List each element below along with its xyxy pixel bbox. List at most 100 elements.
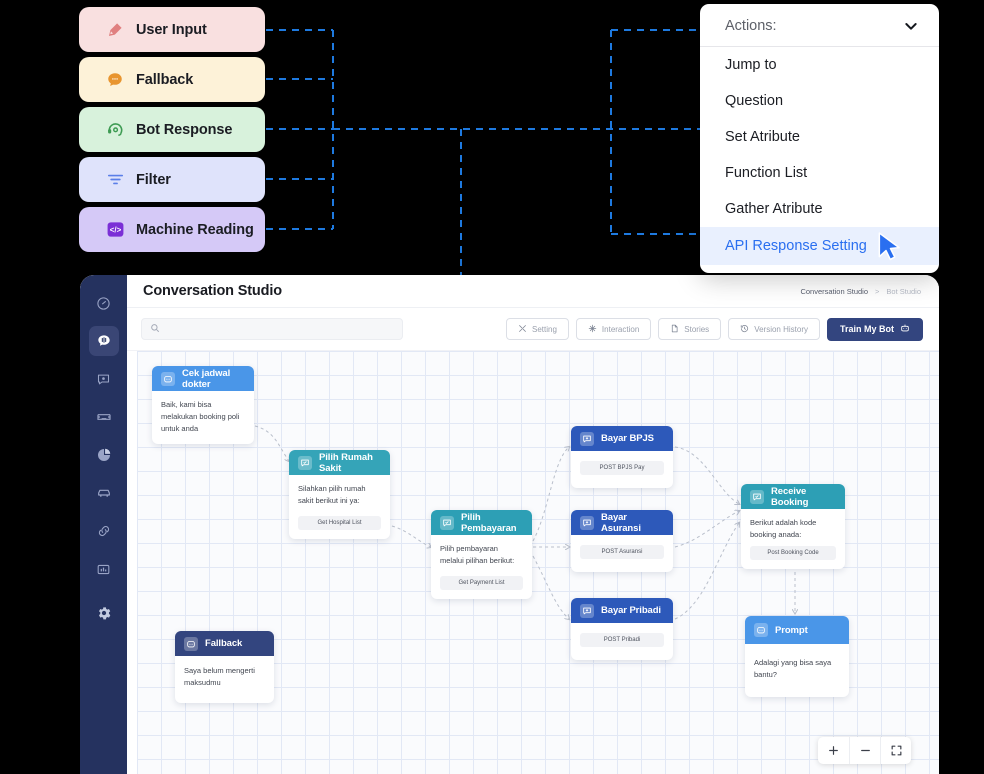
node-body: Pilih pembayaran melalui pilihan berikut…	[431, 535, 532, 599]
node-title: Fallback	[205, 638, 243, 649]
pie-chart-icon[interactable]	[89, 440, 119, 470]
pencil-icon	[105, 20, 125, 40]
action-item-api-response-setting[interactable]: API Response Setting	[700, 227, 939, 265]
train-my-bot-button[interactable]: Train My Bot	[826, 317, 923, 341]
flow-node-pilih-rumah-sakit[interactable]: Pilih Rumah Sakit Silahkan pilih rumah s…	[289, 450, 390, 539]
chevron-down-icon[interactable]	[903, 18, 919, 34]
node-body: POST Pribadi	[571, 623, 673, 660]
breadcrumb-parent[interactable]: Conversation Studio	[800, 287, 868, 296]
spark-icon	[588, 324, 597, 335]
setting-button[interactable]: Setting	[506, 318, 569, 340]
fullscreen-icon[interactable]	[880, 737, 911, 764]
node-header: Prompt	[745, 616, 849, 644]
version-history-button[interactable]: Version History	[728, 318, 820, 340]
zoom-controls	[818, 737, 911, 764]
action-item-jump-to[interactable]: Jump to	[700, 47, 939, 83]
node-body-text: Baik, kami bisa melakukan booking poli u…	[161, 400, 240, 433]
dashboard-icon[interactable]	[89, 288, 119, 318]
check-bubble-icon	[440, 515, 454, 530]
code-brackets-icon: </>	[105, 220, 125, 240]
interaction-button[interactable]: Interaction	[575, 318, 652, 340]
node-title: Prompt	[775, 624, 808, 636]
legend-item-user-input[interactable]: User Input	[79, 7, 265, 52]
flow-node-bayar-pribadi[interactable]: Bayar Pribadi POST Pribadi	[571, 598, 673, 660]
node-action-chip[interactable]: Get Payment List	[440, 576, 523, 590]
node-header: Bayar BPJS	[571, 426, 673, 451]
action-item-function-list[interactable]: Function List	[700, 155, 939, 191]
flow-node-bayar-asuransi[interactable]: Bayar Asuransi POST Asuransi	[571, 510, 673, 572]
node-title: Pilih Rumah Sakit	[319, 451, 373, 474]
gear-icon[interactable]	[89, 598, 119, 628]
node-header: Pilih Pembayaran	[431, 510, 532, 535]
app-main-body: Conversation Studio Conversation Studio …	[127, 275, 939, 774]
legend-item-filter[interactable]: Filter	[79, 157, 265, 202]
node-action-chip[interactable]: POST Asuransi	[580, 545, 664, 559]
node-header: Pilih Rumah Sakit	[289, 450, 390, 475]
node-action-chip[interactable]: Post Booking Code	[750, 546, 836, 560]
flow-node-bayar-bpjs[interactable]: Bayar BPJS POST BPJS Pay	[571, 426, 673, 488]
page-title: Conversation Studio	[143, 283, 282, 299]
app-toolbar: Setting Interaction Stories Version Hist…	[127, 308, 939, 351]
bar-chart-icon[interactable]	[89, 554, 119, 584]
button-label: Interaction	[601, 324, 640, 334]
search-icon	[150, 320, 160, 338]
flow-node-receive-booking[interactable]: Receive Booking Berikut adalah kode book…	[741, 484, 845, 569]
stories-button[interactable]: Stories	[658, 318, 722, 340]
node-title: Bayar Pribadi	[601, 605, 661, 616]
legend-label: Fallback	[136, 71, 194, 88]
zoom-in-button[interactable]	[818, 737, 849, 764]
node-body-text: Saya belum mengerti maksudmu	[184, 666, 255, 687]
node-action-chip[interactable]: POST Pribadi	[580, 633, 664, 647]
wrench-icon	[518, 324, 527, 335]
flow-canvas[interactable]: Cek jadwal dokter Baik, kami bisa melaku…	[137, 351, 939, 774]
flow-node-pilih-pembayaran[interactable]: Pilih Pembayaran Pilih pembayaran melalu…	[431, 510, 532, 599]
chat-settings-icon[interactable]	[89, 364, 119, 394]
plus-bubble-icon	[580, 515, 594, 530]
node-header: Bayar Pribadi	[571, 598, 673, 623]
node-header: Fallback	[175, 631, 274, 656]
breadcrumb-current: Bot Studio	[886, 286, 921, 296]
node-title: Cek jadwal dokter	[182, 367, 231, 390]
node-action-chip[interactable]: POST BPJS Pay	[580, 461, 664, 475]
node-title: Pilih Pembayaran	[461, 511, 517, 534]
flow-node-prompt[interactable]: Prompt Adalagi yang bisa saya bantu?	[745, 616, 849, 697]
chat-bubble-icon	[105, 70, 125, 90]
node-title: Receive Booking	[771, 485, 809, 508]
app-sidebar-rail	[80, 275, 127, 774]
legend-item-bot-response[interactable]: Bot Response	[79, 107, 265, 152]
node-body-text: Silahkan pilih rumah sakit berikut ini y…	[298, 484, 366, 505]
legend-label: User Input	[136, 21, 207, 38]
flow-node-fallback[interactable]: Fallback Saya belum mengerti maksudmu	[175, 631, 274, 703]
plus-bubble-icon	[580, 431, 594, 446]
node-header: Receive Booking	[741, 484, 845, 509]
link-broken-icon[interactable]	[89, 516, 119, 546]
action-item-question[interactable]: Question	[700, 83, 939, 119]
ticket-icon[interactable]	[89, 402, 119, 432]
breadcrumb-separator: >	[875, 286, 880, 296]
check-bubble-icon	[750, 489, 764, 504]
conversation-studio-window: Conversation Studio Conversation Studio …	[80, 275, 939, 774]
conversation-icon[interactable]	[88, 326, 119, 356]
button-label: Setting	[532, 324, 557, 334]
check-bubble-icon	[298, 455, 312, 470]
robot-face-icon	[161, 371, 175, 386]
action-item-set-atribute[interactable]: Set Atribute	[700, 119, 939, 155]
screenshot-root: User Input Fallback Bot Response Filter …	[0, 0, 984, 774]
actions-dropdown-title: Actions:	[725, 18, 777, 34]
action-item-gather-atribute[interactable]: Gather Atribute	[700, 191, 939, 227]
legend-label: Machine Reading	[136, 221, 254, 238]
search-input[interactable]	[166, 324, 394, 334]
node-action-chip[interactable]: Get Hospital List	[298, 516, 381, 530]
button-label: Version History	[754, 324, 808, 334]
actions-dropdown: Actions: Jump to Question Set Atribute F…	[700, 4, 939, 273]
search-box[interactable]	[141, 318, 403, 340]
node-title: Bayar Asuransi	[601, 511, 641, 534]
legend-item-fallback[interactable]: Fallback	[79, 57, 265, 102]
zoom-out-button[interactable]	[849, 737, 880, 764]
filter-icon	[105, 170, 125, 190]
actions-dropdown-header[interactable]: Actions:	[700, 4, 939, 47]
history-icon	[740, 324, 749, 335]
car-icon[interactable]	[89, 478, 119, 508]
flow-node-cek-jadwal-dokter[interactable]: Cek jadwal dokter Baik, kami bisa melaku…	[152, 366, 254, 444]
legend-item-machine-reading[interactable]: </> Machine Reading	[79, 207, 265, 252]
